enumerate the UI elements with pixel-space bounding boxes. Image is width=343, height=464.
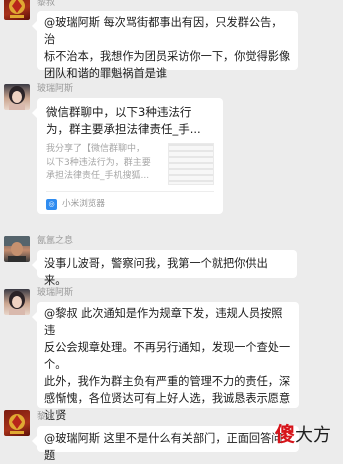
message-line: @黎叔 此次通知是作为规章下发，违规人员按照违 [44, 307, 283, 337]
sender-name: 氤氲之息 [37, 236, 74, 246]
avatar[interactable] [4, 236, 30, 262]
gold-emblem-icon [9, 0, 25, 18]
avatar[interactable] [4, 410, 30, 436]
card-source: ◎ 小米浏览器 [46, 197, 214, 211]
message-line: 标不治本，我想作为团员采访你一下，你觉得影像 [44, 50, 291, 63]
message-line: 反公会规章处理。不再另行通知，发现一个查处一 [44, 341, 291, 354]
avatar[interactable] [4, 289, 30, 315]
message-line: 此外，我作为群主负有严重的管理不力的责任，深 [44, 375, 291, 388]
sender-name: 黎叔 [37, 412, 56, 422]
man-portrait-icon [4, 236, 30, 262]
card-thumbnail [168, 143, 214, 185]
sender-name: 黎叔 [37, 0, 56, 8]
avatar[interactable] [4, 84, 30, 110]
girl-portrait-icon [9, 86, 25, 110]
card-title-line: 为，群主要承担法律责任_手... [46, 122, 201, 136]
card-title-line: 微信群聊中，以下3种违法行 [46, 105, 192, 119]
message-line: 团队和谐的罪魁祸首是谁 [44, 67, 168, 80]
message-line: 让贤 [44, 409, 67, 422]
link-card[interactable]: 微信群聊中，以下3种违法行 为，群主要承担法律责任_手... 我分享了【微信群聊… [32, 98, 223, 214]
message-line: 个。 [44, 358, 67, 371]
card-summary: 我分享了【微信群聊中， 以下3种违法行为，群主要 承担法律责任_手机搜狐... [46, 143, 156, 184]
watermark-logo: 傻 大方 [275, 418, 331, 447]
message-bubble[interactable]: @玻瑞阿斯 每次骂街都事出有因，只发群公告，治 标不治本，我想作为团员采访你一下… [32, 11, 298, 80]
sender-name: 玻瑞阿斯 [37, 288, 74, 298]
watermark-part-1: 傻 [275, 422, 295, 446]
card-source-label: 小米浏览器 [62, 198, 105, 209]
divider [46, 191, 214, 192]
message-line: 没事儿波哥，警察问我，我第一个就把你供出来。 [44, 257, 268, 287]
sender-name: 玻瑞阿斯 [37, 84, 74, 94]
message-line: @玻瑞阿斯 这里不是什么有关部门，正面回答问题 [44, 432, 283, 462]
card-summary-line: 我分享了【微信群聊中， [46, 144, 146, 154]
message-line: @玻瑞阿斯 每次骂街都事出有因，只发群公告，治 [44, 16, 283, 46]
card-body: 我分享了【微信群聊中， 以下3种违法行为，群主要 承担法律责任_手机搜狐... [46, 143, 214, 185]
girl-portrait-icon [9, 291, 25, 315]
watermark-part-2: 大方 [295, 425, 331, 446]
avatar[interactable] [4, 0, 30, 20]
browser-icon: ◎ [46, 198, 57, 210]
card-summary-line: 承担法律责任_手机搜狐... [46, 171, 150, 181]
gold-emblem-icon [9, 414, 25, 434]
card-title: 微信群聊中，以下3种违法行 为，群主要承担法律责任_手... [46, 104, 214, 138]
message-bubble[interactable]: 没事儿波哥，警察问我，我第一个就把你供出来。 [32, 250, 297, 287]
card-summary-line: 以下3种违法行为，群主要 [46, 157, 151, 168]
message-bubble[interactable]: @玻瑞阿斯 这里不是什么有关部门，正面回答问题 [32, 426, 299, 462]
message-bubble[interactable]: @黎叔 此次通知是作为规章下发，违规人员按照违 反公会规章处理。不再另行通知，发… [32, 302, 299, 422]
message-line: 感惭愧，各位贤达可有上好人选，我诚恳表示愿意 [44, 392, 291, 405]
